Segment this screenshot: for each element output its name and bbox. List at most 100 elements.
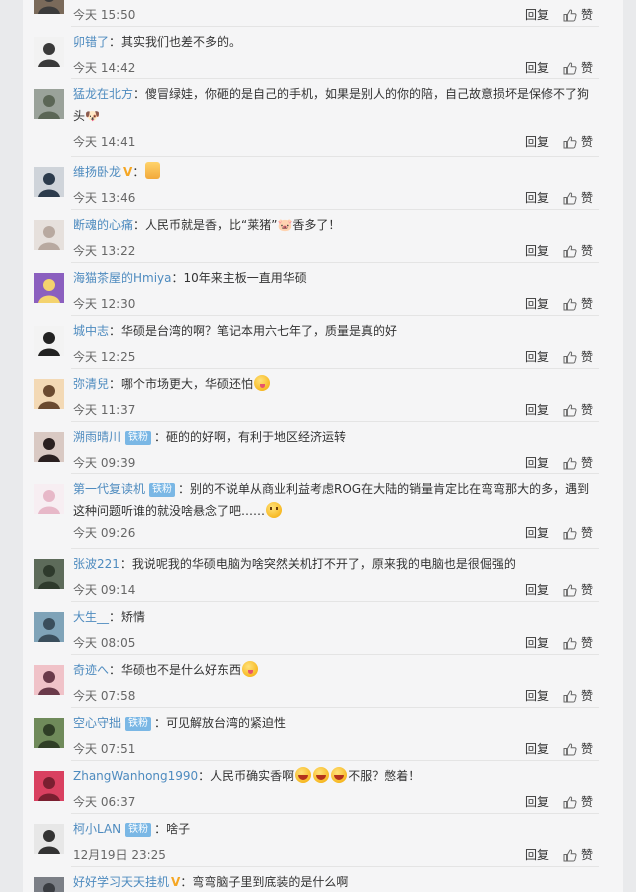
username-link[interactable]: 卯错了 <box>73 35 109 49</box>
username-link[interactable]: 溯雨晴川 <box>73 430 121 444</box>
avatar[interactable] <box>34 484 64 514</box>
reply-button[interactable]: 回复 <box>525 742 549 756</box>
username-link[interactable]: 猛龙在北方 <box>73 87 133 101</box>
thumbs-up-icon[interactable] <box>563 743 577 756</box>
like-button[interactable]: 赞 <box>581 848 593 862</box>
avatar[interactable] <box>34 432 64 462</box>
avatar[interactable] <box>34 167 64 197</box>
reply-button[interactable]: 回复 <box>525 403 549 417</box>
comment-text: ZhangWanhong1990：人民币确实香啊 不服？憋着！ <box>73 765 593 787</box>
avatar[interactable] <box>34 824 64 854</box>
like-button[interactable]: 赞 <box>581 61 593 75</box>
fan-badge[interactable]: 铁粉 <box>149 483 176 497</box>
avatar[interactable] <box>34 37 64 67</box>
thumbs-up-icon[interactable] <box>563 690 577 703</box>
thumbs-up-icon[interactable] <box>563 796 577 809</box>
avatar[interactable] <box>34 379 64 409</box>
like-button[interactable]: 赞 <box>581 526 593 540</box>
avatar[interactable] <box>34 89 64 119</box>
like-button[interactable]: 赞 <box>581 350 593 364</box>
comment-actions: 回复 赞 <box>525 636 593 650</box>
fan-badge[interactable]: 铁粉 <box>125 717 152 731</box>
reply-button[interactable]: 回复 <box>525 350 549 364</box>
like-button[interactable]: 赞 <box>581 135 593 149</box>
reply-button[interactable]: 回复 <box>525 135 549 149</box>
vip-badge-icon[interactable]: V <box>123 165 132 179</box>
like-button[interactable]: 赞 <box>581 795 593 809</box>
thumbs-up-icon[interactable] <box>563 62 577 75</box>
username-link[interactable]: 大生__ <box>73 610 109 624</box>
vip-badge-icon[interactable]: V <box>171 875 180 889</box>
avatar[interactable] <box>34 665 64 695</box>
username-link[interactable]: 断魂的心痛 <box>73 218 133 232</box>
like-button[interactable]: 赞 <box>581 636 593 650</box>
fan-badge[interactable]: 铁粉 <box>125 823 152 837</box>
reply-button[interactable]: 回复 <box>525 456 549 470</box>
thumbs-up-icon[interactable] <box>563 457 577 470</box>
reply-button[interactable]: 回复 <box>525 244 549 258</box>
reply-button[interactable]: 回复 <box>525 61 549 75</box>
username-link[interactable]: 张波221 <box>73 557 120 571</box>
username-link[interactable]: 空心守拙 <box>73 716 121 730</box>
thumbs-up-icon[interactable] <box>563 849 577 862</box>
thumbs-up-icon[interactable] <box>563 298 577 311</box>
username-link[interactable]: 弥清兒 <box>73 377 109 391</box>
avatar[interactable] <box>34 273 64 303</box>
comment-body: ：人民币就是香，比“莱猪”🐷香多了！ <box>133 218 341 232</box>
reply-button[interactable]: 回复 <box>525 636 549 650</box>
comment-time: 今天 12:30 <box>73 297 136 311</box>
like-button[interactable]: 赞 <box>581 583 593 597</box>
like-button[interactable]: 赞 <box>581 689 593 703</box>
comment-text: 维扬卧龙 V： <box>73 161 593 183</box>
reply-button[interactable]: 回复 <box>525 191 549 205</box>
like-button[interactable]: 赞 <box>581 244 593 258</box>
thumbs-up-icon[interactable] <box>563 527 577 540</box>
like-button[interactable]: 赞 <box>581 456 593 470</box>
avatar[interactable] <box>34 771 64 801</box>
thumbs-up-icon[interactable] <box>563 351 577 364</box>
thumbs-up-icon[interactable] <box>563 9 577 22</box>
fan-badge[interactable]: 铁粉 <box>125 431 152 445</box>
comment-actions: 回复 赞 <box>525 456 593 470</box>
like-button[interactable]: 赞 <box>581 8 593 22</box>
username-link[interactable]: 奇迹へ <box>73 663 109 677</box>
reply-button[interactable]: 回复 <box>525 297 549 311</box>
avatar[interactable] <box>34 0 64 14</box>
comment-text: 第一代复读机 铁粉 ：别的不说单从商业利益考虑ROG在大陆的销量肯定比在弯弯那大的多… <box>73 478 593 522</box>
avatar[interactable] <box>34 718 64 748</box>
thumbs-up-icon[interactable] <box>563 637 577 650</box>
username-link[interactable]: 海猫茶屋的Hmiya <box>73 271 172 285</box>
avatar[interactable] <box>34 220 64 250</box>
thumbs-up-icon[interactable] <box>563 245 577 258</box>
reply-button[interactable]: 回复 <box>525 795 549 809</box>
username-link[interactable]: 维扬卧龙 <box>73 165 121 179</box>
thumbs-up-icon[interactable] <box>563 192 577 205</box>
reply-button[interactable]: 回复 <box>525 689 549 703</box>
reply-button[interactable]: 回复 <box>525 848 549 862</box>
thumbs-up-icon[interactable] <box>563 584 577 597</box>
like-button[interactable]: 赞 <box>581 742 593 756</box>
username-link[interactable]: 好好学习天天挂机 <box>73 875 169 889</box>
like-button[interactable]: 赞 <box>581 191 593 205</box>
avatar[interactable] <box>34 877 64 892</box>
comment-time: 今天 09:26 <box>73 526 136 540</box>
avatar[interactable] <box>34 326 64 356</box>
like-button[interactable]: 赞 <box>581 297 593 311</box>
username-link[interactable]: 第一代复读机 <box>73 482 145 496</box>
avatar[interactable] <box>34 559 64 589</box>
reply-button[interactable]: 回复 <box>525 583 549 597</box>
comment-text: 柯小LAN 铁粉 ：啥子 <box>73 818 593 840</box>
comment-body: ：矫情 <box>109 610 146 624</box>
like-button[interactable]: 赞 <box>581 403 593 417</box>
face-emoji-icon <box>266 502 283 518</box>
reply-button[interactable]: 回复 <box>525 526 549 540</box>
thumbs-up-icon[interactable] <box>563 404 577 417</box>
username-link[interactable]: 柯小LAN <box>73 822 121 836</box>
avatar[interactable] <box>34 612 64 642</box>
thumbs-up-icon[interactable] <box>563 136 577 149</box>
reply-button[interactable]: 回复 <box>525 8 549 22</box>
comment-item: 卯错了：其实我们也差不多的。 今天 14:42 回复 赞 <box>23 27 623 79</box>
username-link[interactable]: ZhangWanhong1990 <box>73 769 198 783</box>
comment-item: 张波221：我说呢我的华硕电脑为啥突然关机打不开了，原来我的电脑也是很倔强的 今天… <box>23 549 623 602</box>
username-link[interactable]: 城中志 <box>73 324 109 338</box>
